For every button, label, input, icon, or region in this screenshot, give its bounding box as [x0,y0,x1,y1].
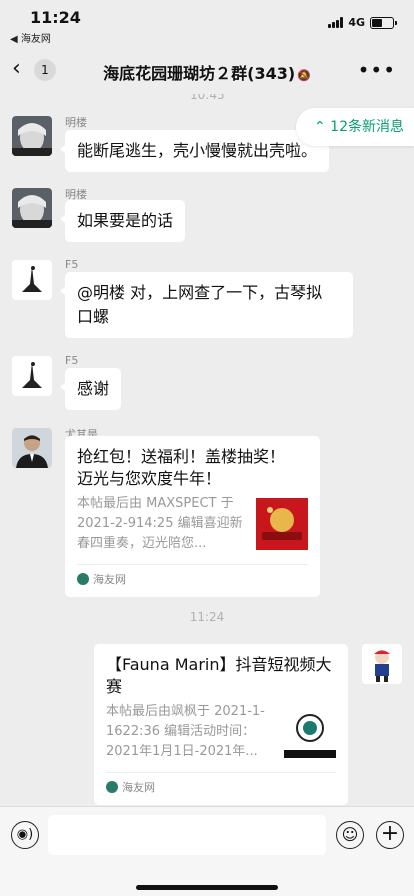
avatar[interactable] [12,356,52,396]
chat-title[interactable]: 海底花园珊瑚坊２群(343) 🔕 [0,60,414,84]
card-source-name: 海友网 [122,781,155,794]
link-card[interactable]: 抢红包！送福利！盖楼抽奖！ 迈光与您欢度牛年！ 本帖最后由 MAXSPECT 于… [65,436,320,597]
signal-icon [328,17,344,28]
back-to-app-link[interactable]: ◀ 海友网 [10,30,51,45]
card-title-line: 抢红包！送福利！盖楼抽奖！ [77,447,286,466]
message-bubble[interactable]: 如果要是的话 [59,200,186,242]
avatar[interactable] [362,644,402,684]
sender-name: F5 [65,354,79,367]
card-title: 【Fauna Marin】抖音短视频大赛 [106,655,332,696]
voice-icon[interactable]: ◉) [11,821,39,849]
card-title-line: 迈光与您欢度牛年！ [77,469,222,488]
battery-icon [370,16,397,29]
message-text: 感谢 [77,379,110,398]
new-messages-button[interactable]: ⌃ 12条新消息 [296,108,414,146]
sender-name: F5 [65,258,79,271]
message-bubble[interactable]: 感谢 [59,368,122,410]
message-bubble[interactable]: 能断尾逃生，壳小慢慢就出壳啦。 [59,130,330,172]
link-card[interactable]: 【Fauna Marin】抖音短视频大赛 本帖最后由飒枫于 2021-1-162… [94,644,348,805]
card-source: 海友网 [77,564,308,587]
message-bubble[interactable]: @明楼 对，上网查了一下，古琴拟 口螺 [60,272,353,338]
message-text: 如果要是的话 [77,211,174,230]
card-description: 本帖最后由 MAXSPECT 于 2021-2-914:25 编辑喜迎新春四重奏… [77,496,243,551]
card-thumbnail [256,498,308,550]
chat-message-list[interactable]: 10:45 明楼 能断尾逃生，壳小慢慢就出壳啦。 明楼 如果要是的话 F5 @明… [0,94,414,806]
chat-header: ‹ 1 海底花园珊瑚坊２群(343) 🔕 ••• [0,44,414,94]
status-indicators: 4G [328,16,397,29]
status-bar: 11:24 ◀ 海友网 4G [0,0,414,45]
battery-level [372,18,382,27]
message-text-line: @明楼 对，上网查了一下，古琴拟 [77,283,323,302]
sender-name: 明楼 [65,116,87,129]
site-logo-icon [77,573,89,585]
timestamp-divider: 10:45 [190,94,225,102]
plus-icon[interactable]: + [376,821,404,849]
home-indicator [136,885,278,890]
avatar[interactable] [12,116,52,156]
site-logo-icon [106,781,118,793]
network-type: 4G [348,16,365,29]
more-options-button[interactable]: ••• [358,58,396,82]
message-input[interactable] [48,815,326,855]
message-text-line: 口螺 [77,307,110,326]
card-thumbnail [284,706,336,758]
card-description: 本帖最后由飒枫于 2021-1-1622:36 编辑活动时间：2021年1月1日… [106,704,265,759]
avatar[interactable] [12,260,52,300]
chat-title-text: 海底花园珊瑚坊２群(343) [103,64,296,83]
input-bar: ◉) ☺ + [0,806,414,896]
avatar[interactable] [12,428,52,468]
card-source-name: 海友网 [93,573,126,586]
avatar[interactable] [12,188,52,228]
bell-off-icon: 🔕 [297,69,311,82]
emoji-icon[interactable]: ☺ [336,821,364,849]
status-time: 11:24 [30,8,81,27]
card-body: 本帖最后由飒枫于 2021-1-1622:36 编辑活动时间：2021年1月1日… [106,702,336,762]
timestamp-divider: 11:24 [189,610,225,624]
message-text: 能断尾逃生，壳小慢慢就出壳啦。 [77,141,318,160]
card-source: 海友网 [106,772,336,795]
card-body: 本帖最后由 MAXSPECT 于 2021-2-914:25 编辑喜迎新春四重奏… [77,494,308,554]
